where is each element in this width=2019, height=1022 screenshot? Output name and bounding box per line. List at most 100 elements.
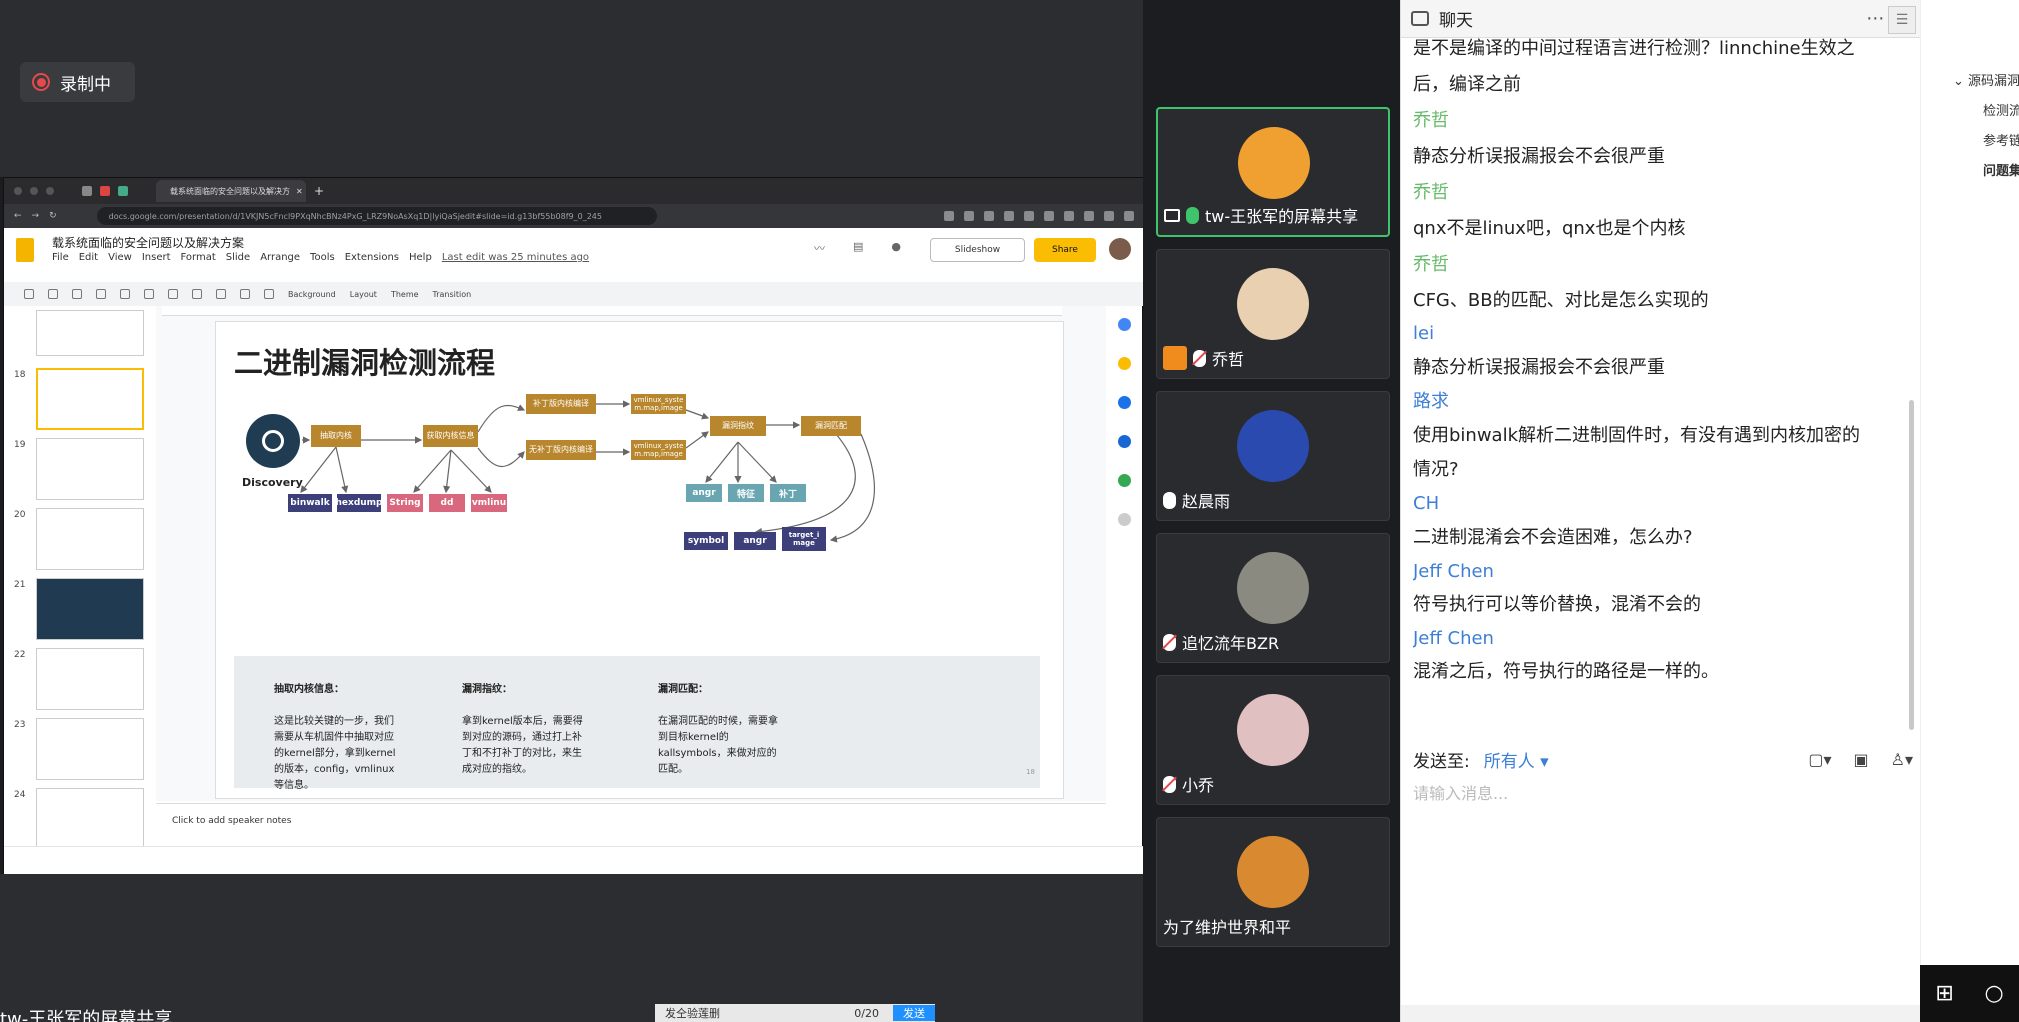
maps-icon[interactable] (1117, 474, 1131, 487)
menu-help[interactable]: Help (409, 252, 432, 263)
slide[interactable]: 二进制漏洞检测流程 Discovery 抽取内核 获取内核信息 补丁版内核编译 … (215, 321, 1064, 799)
menu-slide[interactable]: Slide (226, 252, 250, 263)
comment-icon[interactable] (264, 289, 274, 299)
notice-icon[interactable]: ▣ (1854, 750, 1869, 769)
user-icon[interactable]: ♙▾ (1891, 750, 1913, 769)
participant-tile[interactable]: 乔哲 (1156, 249, 1390, 379)
extension-icon[interactable] (1024, 211, 1034, 221)
menu-tools[interactable]: Tools (310, 252, 335, 263)
extension-icon[interactable] (1044, 211, 1054, 221)
participant-tile[interactable]: 赵晨雨 (1156, 391, 1390, 521)
redo-icon[interactable] (72, 289, 82, 299)
slide-thumbnail[interactable] (36, 648, 144, 710)
select-icon[interactable] (144, 289, 154, 299)
extension-icon[interactable] (1124, 211, 1134, 221)
extension-icon[interactable] (964, 211, 974, 221)
extension-icon[interactable] (1084, 211, 1094, 221)
windows-start-icon[interactable]: ⊞ (1935, 981, 1953, 1006)
share-button[interactable]: Share (1034, 238, 1096, 262)
toolbar-background[interactable]: Background (288, 290, 336, 299)
pinned-tab-icon[interactable] (82, 186, 92, 196)
info-body: 拿到kernel版本后，需要得 到对应的源码，通过打上补 丁和不打补丁的对比，来… (462, 716, 583, 775)
toolbar-layout[interactable]: Layout (350, 290, 377, 299)
menu-arrange[interactable]: Arrange (260, 252, 300, 263)
url-field[interactable]: docs.google.com/presentation/d/1VKJN5cFn… (96, 207, 657, 225)
toolbar-theme[interactable]: Theme (391, 290, 419, 299)
outline-item[interactable]: 参考链 (1983, 130, 2019, 149)
recording-indicator[interactable]: 录制中 (20, 62, 135, 102)
account-avatar[interactable] (1109, 238, 1131, 260)
gmail-tab-icon[interactable] (100, 186, 110, 196)
menu-insert[interactable]: Insert (142, 252, 171, 263)
shape-icon[interactable] (216, 289, 226, 299)
window-control-icon[interactable] (30, 187, 38, 195)
comments-icon[interactable]: ▤ (853, 240, 863, 256)
slides-logo-icon[interactable] (16, 238, 34, 262)
line-icon[interactable] (240, 289, 250, 299)
menu-file[interactable]: File (52, 252, 69, 263)
add-addon-icon[interactable] (1117, 513, 1131, 526)
add-icon[interactable] (24, 289, 34, 299)
undo-icon[interactable] (48, 289, 58, 299)
slide-thumbnail[interactable] (36, 718, 144, 780)
chat-message: 二进制混淆会不会造困难，怎么办? (1413, 527, 1693, 548)
chat-scrollbar[interactable] (1909, 400, 1914, 730)
more-icon[interactable]: ⋯ (1866, 8, 1884, 29)
slide-thumbnail[interactable] (36, 310, 144, 356)
image-icon[interactable] (192, 289, 202, 299)
menu-edit[interactable]: Edit (79, 252, 98, 263)
slideshow-button[interactable]: Slideshow (930, 238, 1025, 262)
extension-icon[interactable] (944, 211, 954, 221)
outline-item[interactable]: 检测流 (1983, 100, 2019, 119)
tasks-icon[interactable] (1117, 396, 1131, 409)
extension-icon[interactable] (1004, 211, 1014, 221)
outline-item[interactable]: 问题集 (1983, 160, 2019, 179)
participant-tile[interactable]: 小乔 (1156, 675, 1390, 805)
participant-tile[interactable]: 为了维护世界和平 (1156, 817, 1390, 947)
search-icon[interactable]: ○ (1984, 981, 2003, 1006)
forward-icon[interactable]: → (32, 211, 40, 221)
slide-thumbnail[interactable] (36, 508, 144, 570)
extension-icon[interactable] (1104, 211, 1114, 221)
reload-icon[interactable]: ↻ (49, 211, 57, 221)
slide-thumbnail[interactable] (36, 788, 144, 846)
extension-icon[interactable] (984, 211, 994, 221)
chat-input[interactable]: 请输入消息... (1413, 780, 1893, 804)
overlay-send-button[interactable]: 发送 (893, 1005, 935, 1021)
speaker-notes[interactable]: Click to add speaker notes (156, 803, 1106, 843)
tab-close-icon[interactable]: ✕ (296, 187, 303, 196)
slide-page-number: 18 (1026, 768, 1035, 776)
menu-format[interactable]: Format (181, 252, 216, 263)
slide-thumbnail[interactable] (36, 438, 144, 500)
keep-icon[interactable] (1117, 357, 1131, 370)
calendar-icon[interactable] (1117, 318, 1131, 331)
zoom-icon[interactable] (120, 289, 130, 299)
outline-item[interactable]: ⌄ 源码漏洞 (1953, 70, 2019, 89)
back-icon[interactable]: ← (14, 211, 22, 221)
participant-tile[interactable]: tw-王张军的屏幕共享 (1156, 107, 1390, 237)
send-target-dropdown[interactable]: 所有人 ▾ (1484, 747, 1549, 772)
tag-angr: angr (734, 532, 776, 550)
last-edit-link[interactable]: Last edit was 25 minutes ago (442, 252, 589, 263)
participant-tile[interactable]: 追忆流年BZR (1156, 533, 1390, 663)
menu-icon[interactable]: ☰ (1888, 6, 1916, 34)
menu-view[interactable]: View (108, 252, 132, 263)
slide-thumbnail-current[interactable] (36, 368, 144, 430)
contacts-icon[interactable] (1117, 435, 1131, 448)
window-control-icon[interactable] (46, 187, 54, 195)
chat-message: 使用binwalk解析二进制固件时，有没有遇到内核加密的 (1413, 425, 1861, 446)
slide-thumbnail[interactable] (36, 578, 144, 640)
window-control-icon[interactable] (14, 187, 22, 195)
activity-icon[interactable]: 〰 (814, 240, 825, 256)
print-icon[interactable] (96, 289, 106, 299)
new-tab-icon[interactable]: + (314, 184, 324, 198)
document-title[interactable]: 载系统面临的安全问题以及解决方案 (52, 234, 244, 251)
menu-extensions[interactable]: Extensions (345, 252, 399, 263)
pinned-tab-icon[interactable] (118, 186, 128, 196)
meet-icon[interactable]: ● (891, 240, 901, 256)
extension-icon[interactable] (1064, 211, 1074, 221)
browser-tab-active[interactable]: 载系统面临的安全问题以及解决方 ✕ (156, 180, 306, 202)
toolbar-transition[interactable]: Transition (433, 290, 472, 299)
textbox-icon[interactable] (168, 289, 178, 299)
folder-icon[interactable]: ▢▾ (1808, 750, 1831, 769)
